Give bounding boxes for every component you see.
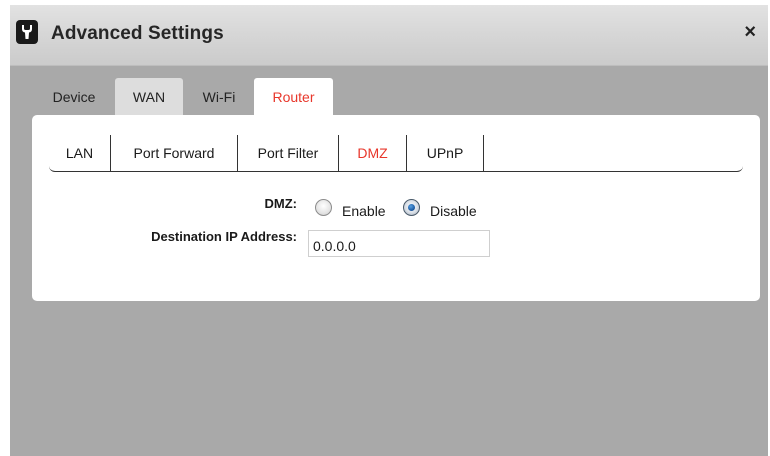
subtab-lan[interactable]: LAN [49, 135, 111, 171]
tab-wi-fi[interactable]: Wi-Fi [188, 78, 250, 116]
close-icon[interactable]: × [744, 20, 756, 44]
dialog-title: Advanced Settings [51, 23, 224, 44]
title-bar: Advanced Settings × [10, 5, 768, 66]
dmz-label: DMZ: [264, 196, 298, 211]
router-subtabs: LAN Port Forward Port Filter DMZ UPnP [49, 135, 743, 172]
dmz-enable-label[interactable]: Enable [342, 203, 386, 219]
subtab-upnp[interactable]: UPnP [407, 135, 484, 171]
dmz-disable-label[interactable]: Disable [430, 203, 477, 219]
dmz-disable-radio[interactable] [403, 199, 420, 216]
advanced-settings-dialog: Advanced Settings × Device WAN Wi-Fi Rou… [10, 5, 768, 456]
destination-ip-input[interactable] [308, 230, 490, 257]
router-panel: LAN Port Forward Port Filter DMZ UPnP DM… [32, 115, 760, 301]
destination-ip-label: Destination IP Address: [151, 229, 297, 244]
subtab-dmz[interactable]: DMZ [339, 135, 407, 171]
subtab-port-filter[interactable]: Port Filter [238, 135, 339, 171]
tab-device[interactable]: Device [40, 78, 108, 116]
tab-router[interactable]: Router [254, 78, 333, 118]
subtab-port-forward[interactable]: Port Forward [111, 135, 238, 171]
wrench-icon [16, 20, 38, 44]
dmz-enable-radio[interactable] [315, 199, 332, 216]
tab-wan[interactable]: WAN [115, 78, 183, 116]
